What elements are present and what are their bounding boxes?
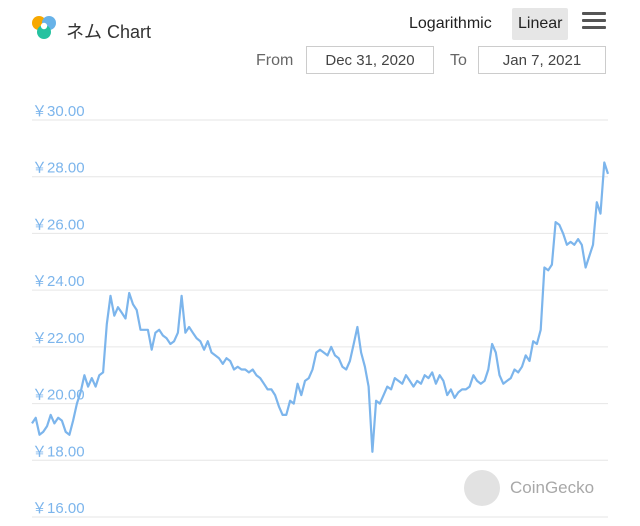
series-line-0[interactable] [31, 161, 610, 453]
y-tick-label: ￥24.00 [32, 273, 85, 290]
gecko-icon [464, 470, 500, 506]
y-tick-label: ￥22.00 [32, 330, 85, 347]
price-line-chart: ￥16.00￥18.00￥20.00￥22.00￥24.00￥26.00￥28.… [31, 103, 610, 518]
y-tick-label: ￥30.00 [32, 103, 85, 120]
y-tick-label: ￥26.00 [32, 216, 85, 233]
y-tick-label: ￥16.00 [32, 500, 85, 517]
y-tick-label: ￥18.00 [32, 443, 85, 460]
y-tick-label: ￥28.00 [32, 160, 85, 177]
watermark-text: CoinGecko [510, 478, 595, 497]
